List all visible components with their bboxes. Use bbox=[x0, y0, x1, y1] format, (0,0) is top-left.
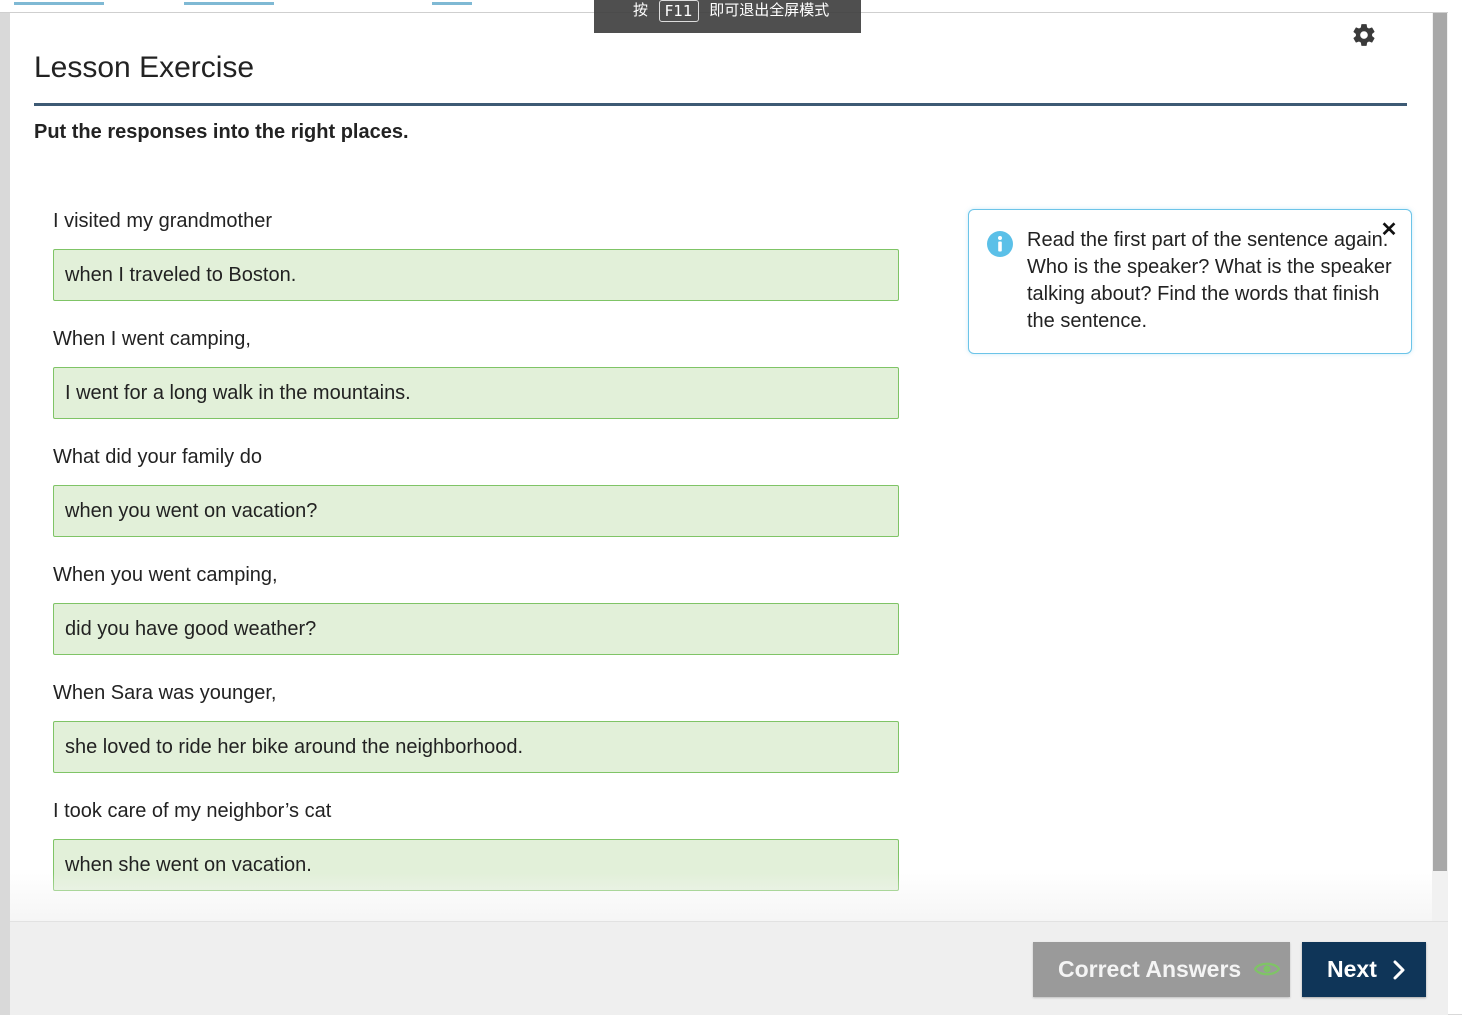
scrollbar-thumb[interactable] bbox=[1433, 13, 1447, 871]
page-title: Lesson Exercise bbox=[34, 51, 255, 84]
scroll-fade bbox=[10, 873, 1432, 921]
info-icon bbox=[987, 231, 1013, 257]
exercise-item: What did your family do when you went on… bbox=[53, 445, 899, 537]
f11-key-badge: F11 bbox=[658, 0, 699, 22]
fullscreen-notice-prefix: 按 bbox=[633, 1, 649, 19]
exercise-item: When you went camping, did you have good… bbox=[53, 563, 899, 655]
exercise-item: When Sara was younger, she loved to ride… bbox=[53, 681, 899, 773]
eye-icon bbox=[1254, 962, 1280, 976]
scrollbar[interactable] bbox=[1432, 13, 1448, 921]
response-drop-zone[interactable]: did you have good weather? bbox=[53, 603, 899, 655]
title-divider bbox=[34, 103, 1407, 106]
fullscreen-notice-suffix: 即可退出全屏模式 bbox=[709, 1, 830, 19]
next-label: Next bbox=[1327, 956, 1377, 982]
sentence-prompt: I visited my grandmother bbox=[53, 210, 272, 232]
response-drop-zone[interactable]: when I traveled to Boston. bbox=[53, 249, 899, 301]
exercise-item: I visited my grandmother when I traveled… bbox=[53, 209, 899, 301]
response-drop-zone[interactable]: when you went on vacation? bbox=[53, 485, 899, 537]
correct-answers-label: Correct Answers bbox=[1058, 956, 1242, 982]
sentence-prompt: When Sara was younger, bbox=[53, 682, 277, 704]
hint-panel: Read the first part of the sentence agai… bbox=[968, 209, 1412, 354]
exercise-items: I visited my grandmother when I traveled… bbox=[53, 209, 899, 917]
response-drop-zone[interactable]: I went for a long walk in the mountains. bbox=[53, 367, 899, 419]
gear-icon[interactable] bbox=[1351, 22, 1377, 48]
top-tab-quiz[interactable] bbox=[432, 0, 472, 5]
correct-answers-button[interactable]: Correct Answers bbox=[1033, 942, 1290, 997]
top-tab-lesson[interactable] bbox=[184, 0, 274, 5]
top-tab-exercise[interactable] bbox=[14, 0, 104, 5]
fullscreen-exit-notice: 按 F11 即可退出全屏模式 bbox=[594, 0, 861, 33]
exercise-item: When I went camping, I went for a long w… bbox=[53, 327, 899, 419]
next-button[interactable]: Next bbox=[1302, 942, 1426, 997]
sentence-prompt: When I went camping, bbox=[53, 328, 251, 350]
window-edge bbox=[1448, 0, 1462, 1014]
chevron-right-icon bbox=[1393, 960, 1405, 980]
hint-text: Read the first part of the sentence agai… bbox=[1027, 229, 1392, 332]
instructions: Put the responses into the right places. bbox=[34, 121, 409, 143]
close-icon[interactable]: ✕ bbox=[1379, 220, 1399, 240]
sentence-prompt: When you went camping, bbox=[53, 564, 278, 586]
response-drop-zone[interactable]: she loved to ride her bike around the ne… bbox=[53, 721, 899, 773]
sentence-prompt: I took care of my neighbor’s cat bbox=[53, 800, 332, 822]
sentence-prompt: What did your family do bbox=[53, 446, 262, 468]
lesson-page: Lesson Exercise Put the responses into t… bbox=[10, 13, 1432, 921]
footer-bar: Correct Answers Next bbox=[10, 921, 1448, 1015]
